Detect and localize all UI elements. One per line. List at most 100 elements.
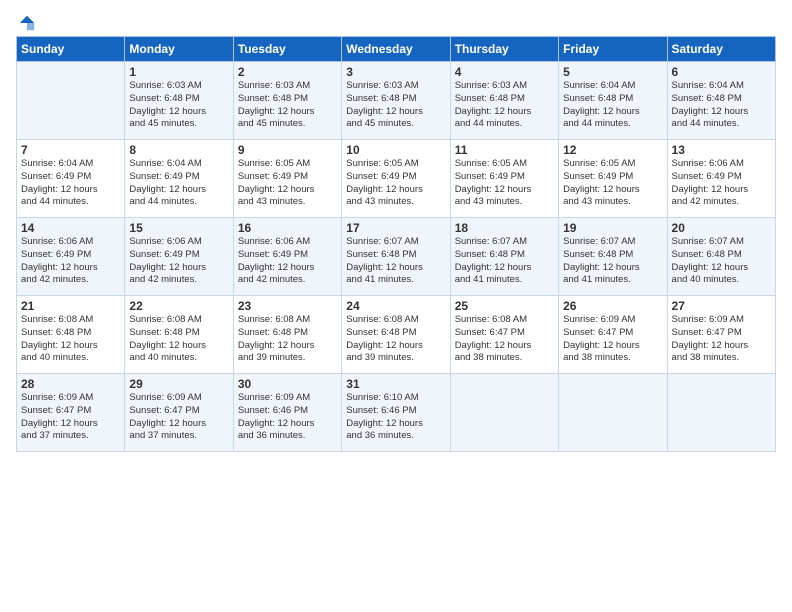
day-info: Sunrise: 6:07 AMSunset: 6:48 PMDaylight:… [455, 236, 554, 287]
calendar-cell: 18Sunrise: 6:07 AMSunset: 6:48 PMDayligh… [450, 218, 558, 296]
header [16, 10, 776, 32]
header-friday: Friday [559, 37, 667, 62]
logo [16, 10, 36, 32]
day-number: 9 [238, 143, 337, 157]
day-number: 29 [129, 377, 228, 391]
day-number: 5 [563, 65, 662, 79]
day-number: 16 [238, 221, 337, 235]
calendar-cell [17, 62, 125, 140]
calendar-cell: 11Sunrise: 6:05 AMSunset: 6:49 PMDayligh… [450, 140, 558, 218]
calendar-cell: 5Sunrise: 6:04 AMSunset: 6:48 PMDaylight… [559, 62, 667, 140]
day-number: 14 [21, 221, 120, 235]
calendar-cell: 28Sunrise: 6:09 AMSunset: 6:47 PMDayligh… [17, 374, 125, 452]
day-number: 17 [346, 221, 445, 235]
day-number: 28 [21, 377, 120, 391]
calendar-week-row: 21Sunrise: 6:08 AMSunset: 6:48 PMDayligh… [17, 296, 776, 374]
day-info: Sunrise: 6:06 AMSunset: 6:49 PMDaylight:… [129, 236, 228, 287]
calendar-cell: 19Sunrise: 6:07 AMSunset: 6:48 PMDayligh… [559, 218, 667, 296]
calendar-cell: 14Sunrise: 6:06 AMSunset: 6:49 PMDayligh… [17, 218, 125, 296]
header-tuesday: Tuesday [233, 37, 341, 62]
day-number: 10 [346, 143, 445, 157]
day-info: Sunrise: 6:08 AMSunset: 6:48 PMDaylight:… [238, 314, 337, 365]
header-wednesday: Wednesday [342, 37, 450, 62]
header-sunday: Sunday [17, 37, 125, 62]
day-info: Sunrise: 6:08 AMSunset: 6:48 PMDaylight:… [21, 314, 120, 365]
day-number: 15 [129, 221, 228, 235]
day-number: 31 [346, 377, 445, 391]
calendar-cell: 3Sunrise: 6:03 AMSunset: 6:48 PMDaylight… [342, 62, 450, 140]
calendar-cell [559, 374, 667, 452]
day-number: 6 [672, 65, 771, 79]
day-number: 23 [238, 299, 337, 313]
day-info: Sunrise: 6:07 AMSunset: 6:48 PMDaylight:… [346, 236, 445, 287]
day-info: Sunrise: 6:05 AMSunset: 6:49 PMDaylight:… [346, 158, 445, 209]
calendar-cell: 30Sunrise: 6:09 AMSunset: 6:46 PMDayligh… [233, 374, 341, 452]
day-info: Sunrise: 6:03 AMSunset: 6:48 PMDaylight:… [129, 80, 228, 131]
weekday-header-row: Sunday Monday Tuesday Wednesday Thursday… [17, 37, 776, 62]
calendar-cell: 15Sunrise: 6:06 AMSunset: 6:49 PMDayligh… [125, 218, 233, 296]
day-number: 3 [346, 65, 445, 79]
calendar-cell: 25Sunrise: 6:08 AMSunset: 6:47 PMDayligh… [450, 296, 558, 374]
day-number: 8 [129, 143, 228, 157]
header-saturday: Saturday [667, 37, 775, 62]
day-number: 19 [563, 221, 662, 235]
day-number: 18 [455, 221, 554, 235]
day-number: 30 [238, 377, 337, 391]
day-info: Sunrise: 6:10 AMSunset: 6:46 PMDaylight:… [346, 392, 445, 443]
day-number: 25 [455, 299, 554, 313]
day-number: 24 [346, 299, 445, 313]
calendar-cell: 2Sunrise: 6:03 AMSunset: 6:48 PMDaylight… [233, 62, 341, 140]
calendar-cell: 31Sunrise: 6:10 AMSunset: 6:46 PMDayligh… [342, 374, 450, 452]
day-number: 22 [129, 299, 228, 313]
day-info: Sunrise: 6:03 AMSunset: 6:48 PMDaylight:… [238, 80, 337, 131]
day-info: Sunrise: 6:09 AMSunset: 6:46 PMDaylight:… [238, 392, 337, 443]
day-number: 11 [455, 143, 554, 157]
calendar-cell: 6Sunrise: 6:04 AMSunset: 6:48 PMDaylight… [667, 62, 775, 140]
day-info: Sunrise: 6:05 AMSunset: 6:49 PMDaylight:… [563, 158, 662, 209]
day-number: 7 [21, 143, 120, 157]
calendar-cell: 12Sunrise: 6:05 AMSunset: 6:49 PMDayligh… [559, 140, 667, 218]
calendar-cell: 13Sunrise: 6:06 AMSunset: 6:49 PMDayligh… [667, 140, 775, 218]
calendar-cell: 16Sunrise: 6:06 AMSunset: 6:49 PMDayligh… [233, 218, 341, 296]
calendar-cell: 4Sunrise: 6:03 AMSunset: 6:48 PMDaylight… [450, 62, 558, 140]
day-info: Sunrise: 6:06 AMSunset: 6:49 PMDaylight:… [21, 236, 120, 287]
day-number: 2 [238, 65, 337, 79]
header-thursday: Thursday [450, 37, 558, 62]
calendar-cell: 20Sunrise: 6:07 AMSunset: 6:48 PMDayligh… [667, 218, 775, 296]
calendar-cell: 21Sunrise: 6:08 AMSunset: 6:48 PMDayligh… [17, 296, 125, 374]
day-info: Sunrise: 6:09 AMSunset: 6:47 PMDaylight:… [129, 392, 228, 443]
calendar-cell: 1Sunrise: 6:03 AMSunset: 6:48 PMDaylight… [125, 62, 233, 140]
calendar-cell: 22Sunrise: 6:08 AMSunset: 6:48 PMDayligh… [125, 296, 233, 374]
day-info: Sunrise: 6:09 AMSunset: 6:47 PMDaylight:… [21, 392, 120, 443]
day-info: Sunrise: 6:09 AMSunset: 6:47 PMDaylight:… [563, 314, 662, 365]
day-number: 12 [563, 143, 662, 157]
day-info: Sunrise: 6:07 AMSunset: 6:48 PMDaylight:… [563, 236, 662, 287]
day-info: Sunrise: 6:08 AMSunset: 6:47 PMDaylight:… [455, 314, 554, 365]
day-info: Sunrise: 6:07 AMSunset: 6:48 PMDaylight:… [672, 236, 771, 287]
day-info: Sunrise: 6:05 AMSunset: 6:49 PMDaylight:… [455, 158, 554, 209]
day-info: Sunrise: 6:04 AMSunset: 6:49 PMDaylight:… [21, 158, 120, 209]
calendar-cell: 26Sunrise: 6:09 AMSunset: 6:47 PMDayligh… [559, 296, 667, 374]
day-number: 4 [455, 65, 554, 79]
calendar-cell [667, 374, 775, 452]
calendar-cell: 17Sunrise: 6:07 AMSunset: 6:48 PMDayligh… [342, 218, 450, 296]
calendar-cell: 7Sunrise: 6:04 AMSunset: 6:49 PMDaylight… [17, 140, 125, 218]
day-number: 13 [672, 143, 771, 157]
calendar-cell: 23Sunrise: 6:08 AMSunset: 6:48 PMDayligh… [233, 296, 341, 374]
day-info: Sunrise: 6:04 AMSunset: 6:48 PMDaylight:… [563, 80, 662, 131]
day-info: Sunrise: 6:04 AMSunset: 6:49 PMDaylight:… [129, 158, 228, 209]
calendar-cell: 9Sunrise: 6:05 AMSunset: 6:49 PMDaylight… [233, 140, 341, 218]
calendar-week-row: 14Sunrise: 6:06 AMSunset: 6:49 PMDayligh… [17, 218, 776, 296]
day-info: Sunrise: 6:06 AMSunset: 6:49 PMDaylight:… [672, 158, 771, 209]
calendar-week-row: 28Sunrise: 6:09 AMSunset: 6:47 PMDayligh… [17, 374, 776, 452]
main-container: Sunday Monday Tuesday Wednesday Thursday… [0, 0, 792, 462]
day-number: 27 [672, 299, 771, 313]
day-info: Sunrise: 6:09 AMSunset: 6:47 PMDaylight:… [672, 314, 771, 365]
calendar-week-row: 7Sunrise: 6:04 AMSunset: 6:49 PMDaylight… [17, 140, 776, 218]
calendar-week-row: 1Sunrise: 6:03 AMSunset: 6:48 PMDaylight… [17, 62, 776, 140]
day-info: Sunrise: 6:03 AMSunset: 6:48 PMDaylight:… [455, 80, 554, 131]
day-info: Sunrise: 6:08 AMSunset: 6:48 PMDaylight:… [346, 314, 445, 365]
day-info: Sunrise: 6:08 AMSunset: 6:48 PMDaylight:… [129, 314, 228, 365]
calendar-cell: 10Sunrise: 6:05 AMSunset: 6:49 PMDayligh… [342, 140, 450, 218]
calendar-table: Sunday Monday Tuesday Wednesday Thursday… [16, 36, 776, 452]
